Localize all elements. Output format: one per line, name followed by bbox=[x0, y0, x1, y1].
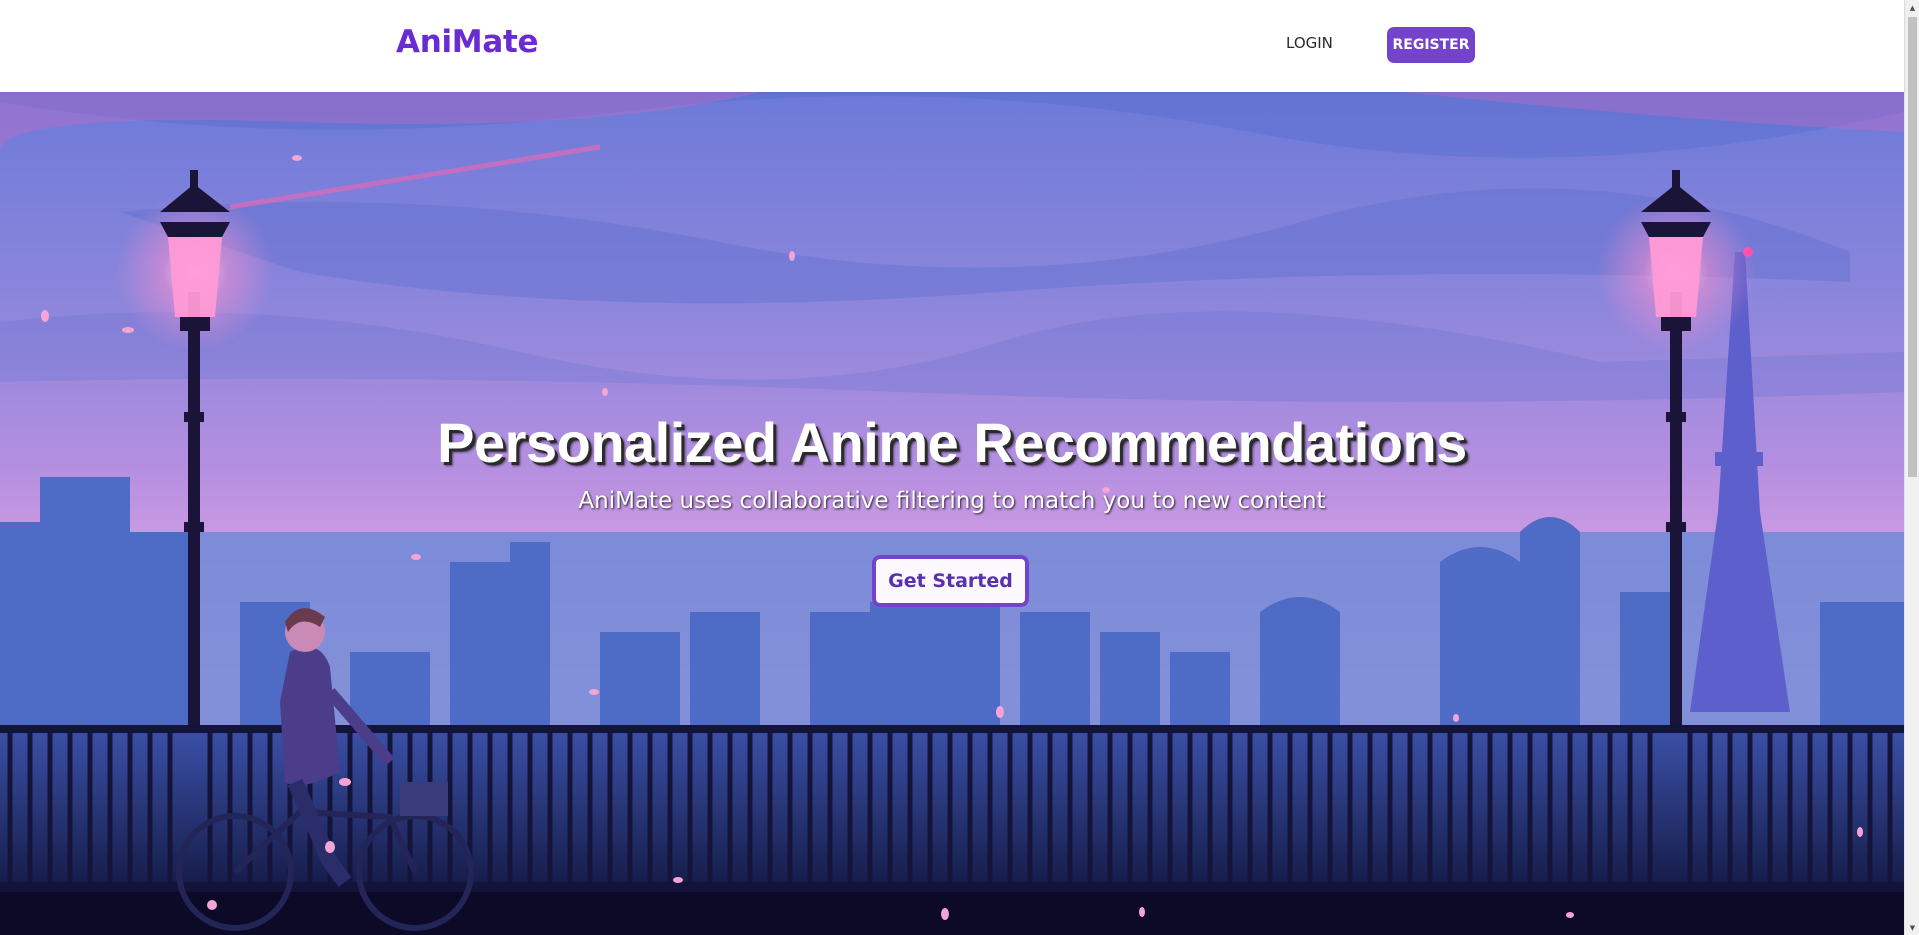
page-scrollbar[interactable]: ▲ ▼ bbox=[1904, 0, 1919, 935]
get-started-button[interactable]: Get Started bbox=[872, 555, 1029, 607]
login-link[interactable]: LOGIN bbox=[1286, 34, 1333, 52]
hero-section: Personalized Anime Recommendations AniMa… bbox=[0, 92, 1904, 935]
register-button[interactable]: REGISTER bbox=[1387, 27, 1475, 63]
hero-title: Personalized Anime Recommendations bbox=[437, 411, 1467, 474]
hero-subtitle: AniMate uses collaborative filtering to … bbox=[578, 488, 1326, 514]
top-navbar: AniMate LOGIN REGISTER bbox=[0, 0, 1904, 92]
scroll-up-arrow-icon[interactable]: ▲ bbox=[1905, 0, 1919, 15]
scrollbar-thumb[interactable] bbox=[1908, 17, 1917, 477]
scroll-down-arrow-icon[interactable]: ▼ bbox=[1905, 920, 1919, 935]
brand-logo[interactable]: AniMate bbox=[396, 24, 539, 60]
